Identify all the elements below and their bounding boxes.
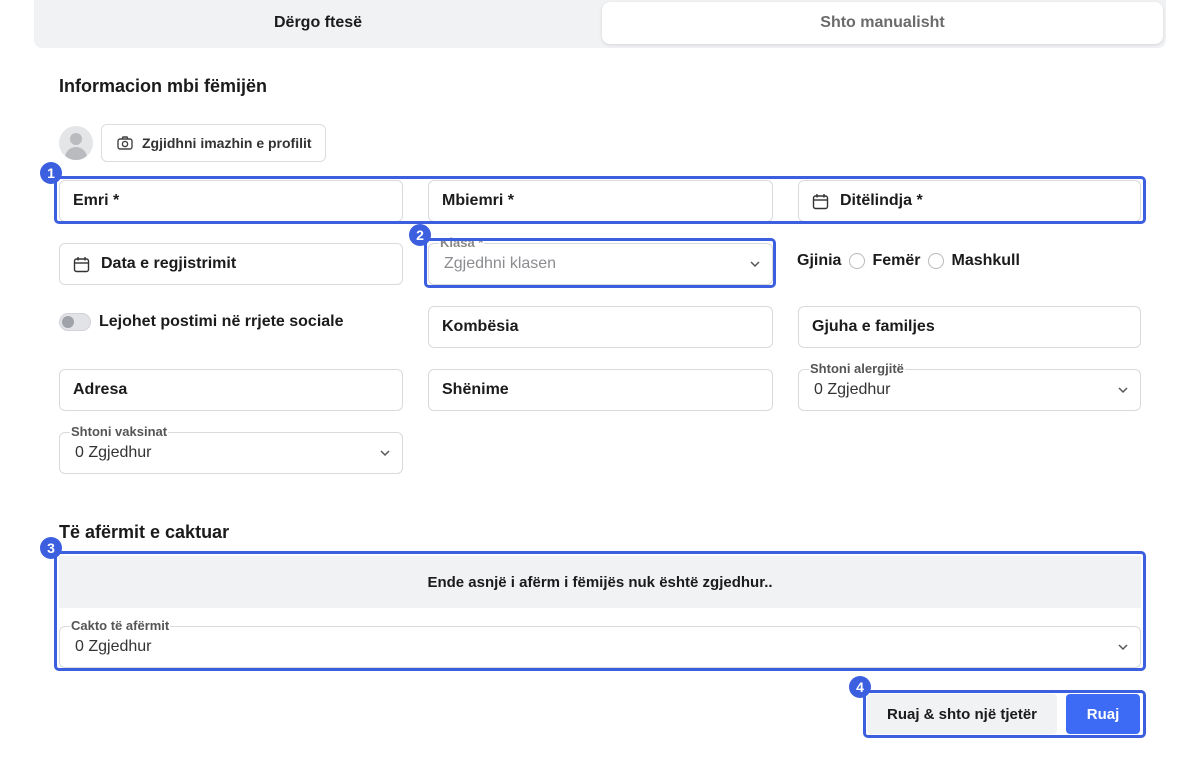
social-posting-toggle[interactable]	[59, 313, 91, 331]
avatar-body-shape	[65, 147, 87, 160]
step-badge-2: 2	[409, 224, 431, 246]
camera-icon	[117, 136, 133, 150]
tab-add-manually[interactable]: Shto manualisht	[602, 2, 1163, 44]
family-language-placeholder: Gjuha e familjes	[812, 318, 935, 335]
nationality-placeholder: Kombësia	[442, 318, 519, 335]
relatives-title: Të afërmit e caktuar	[59, 522, 230, 542]
assign-relatives-value: 0 Zgjedhur	[75, 638, 152, 655]
chevron-down-icon	[1118, 387, 1128, 394]
birthdate-field[interactable]: Ditëlindja *	[798, 180, 1141, 222]
vaccines-select[interactable]: Shtoni vaksinat 0 Zgjedhur	[59, 425, 403, 474]
avatar	[59, 126, 93, 160]
relatives-empty-message: Ende asnjë i afërm i fëmijës nuk është z…	[427, 573, 773, 591]
address-placeholder: Adresa	[73, 381, 128, 398]
social-posting-toggle-row: Lejohet postimi në rrjete sociale	[59, 313, 344, 331]
assign-relatives-select[interactable]: Cakto të afërmit 0 Zgjedhur	[59, 619, 1141, 668]
last-name-field[interactable]: Mbiemri *	[428, 180, 773, 222]
notes-placeholder: Shënime	[442, 381, 509, 398]
class-select[interactable]: Klasa * Zgjedhni klasen	[428, 236, 773, 285]
registration-date-placeholder: Data e regjistrimit	[101, 255, 237, 272]
avatar-head-shape	[70, 133, 82, 145]
radio-male[interactable]	[928, 253, 945, 269]
gender-label: Gjinia	[797, 252, 842, 269]
tab-send-invite[interactable]: Dërgo ftesë	[34, 2, 602, 44]
vaccines-value: 0 Zgjedhur	[75, 444, 152, 461]
step-badge-1: 1	[40, 162, 62, 184]
step-badge-4: 4	[849, 676, 871, 698]
chevron-down-icon	[750, 261, 760, 268]
allergies-value: 0 Zgjedhur	[814, 381, 891, 398]
class-placeholder: Zgjedhni klasen	[444, 255, 557, 272]
chevron-down-icon	[380, 450, 390, 457]
calendar-icon	[73, 256, 90, 272]
allergies-label: Shtoni alergjitë	[809, 361, 905, 376]
radio-female[interactable]	[849, 253, 866, 269]
nationality-field[interactable]: Kombësia	[428, 306, 773, 348]
birthdate-placeholder: Ditëlindja *	[840, 192, 923, 209]
notes-field[interactable]: Shënime	[428, 369, 773, 411]
relatives-empty-state: Ende asnjë i afërm i fëmijës nuk është z…	[59, 556, 1141, 608]
first-name-placeholder: Emri *	[73, 192, 120, 209]
choose-profile-image-label: Zgjidhni imazhin e profilit	[142, 135, 312, 151]
last-name-placeholder: Mbiemri *	[442, 192, 515, 209]
address-field[interactable]: Adresa	[59, 369, 403, 411]
save-and-add-another-button[interactable]: Ruaj & shto një tjetër	[867, 694, 1057, 734]
social-posting-label: Lejohet postimi në rrjete sociale	[99, 313, 344, 330]
first-name-field[interactable]: Emri *	[59, 180, 403, 222]
allergies-select[interactable]: Shtoni alergjitë 0 Zgjedhur	[798, 362, 1141, 411]
gender-group: Gjinia Femër Mashkull	[797, 250, 1020, 272]
chevron-down-icon	[1118, 644, 1128, 651]
toggle-knob	[62, 316, 74, 328]
step-badge-3: 3	[40, 537, 62, 559]
radio-male-label: Mashkull	[951, 252, 1020, 269]
save-button[interactable]: Ruaj	[1066, 694, 1140, 734]
calendar-icon	[812, 193, 829, 209]
choose-profile-image-button[interactable]: Zgjidhni imazhin e profilit	[101, 124, 326, 162]
class-label: Klasa *	[439, 235, 485, 250]
assign-relatives-label: Cakto të afërmit	[70, 618, 171, 633]
tab-bar: Dërgo ftesë Shto manualisht	[34, 0, 1166, 48]
vaccines-label: Shtoni vaksinat	[70, 424, 169, 439]
child-info-title: Informacion mbi fëmijën	[59, 76, 268, 96]
family-language-field[interactable]: Gjuha e familjes	[798, 306, 1141, 348]
registration-date-field[interactable]: Data e regjistrimit	[59, 243, 403, 285]
radio-female-label: Femër	[872, 252, 921, 269]
